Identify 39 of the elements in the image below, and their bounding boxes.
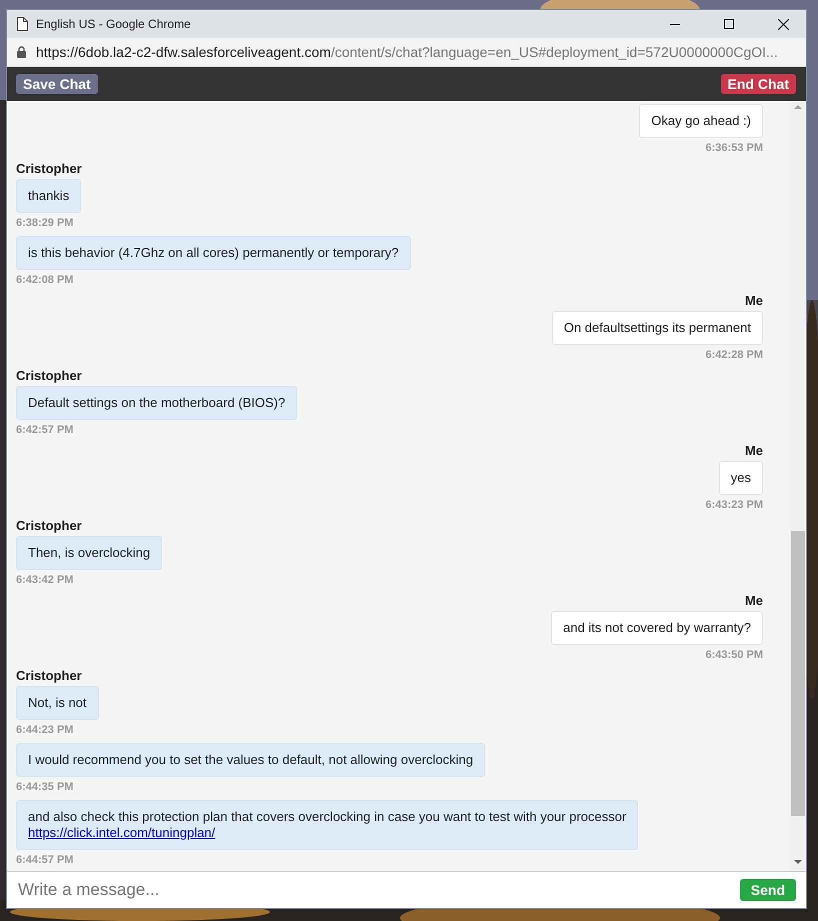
timestamp: 6:43:23 PM (706, 499, 763, 512)
message-text: and also check this protection plan that covers overclocking in case you want to test with your processor (28, 809, 626, 825)
timestamp: 6:43:50 PM (706, 649, 763, 662)
sender-name: Cristopher (16, 161, 82, 176)
message-bubble: Not, is not (16, 686, 99, 720)
end-chat-button[interactable]: End Chat (720, 74, 796, 94)
send-button[interactable]: Send (740, 879, 796, 901)
sender-name: Me (744, 293, 763, 308)
timestamp: 6:42:57 PM (16, 424, 74, 437)
close-icon (778, 18, 788, 30)
sender-name: Me (744, 593, 763, 608)
timestamp: 6:44:23 PM (16, 724, 74, 737)
maximize-icon (724, 19, 734, 29)
timestamp: 6:42:08 PM (16, 274, 74, 287)
page-icon (17, 17, 28, 31)
timestamp: 6:42:28 PM (706, 349, 763, 362)
message-bubble: thankis (16, 179, 82, 213)
timestamp: 6:36:53 PM (706, 142, 763, 155)
message-bubble: On defaultsettings its permanent (552, 311, 763, 345)
sender-name: Me (744, 443, 763, 458)
timestamp: 6:43:42 PM (16, 574, 74, 587)
message-bubble: I would recommend you to set the values to default, not allowing overclocking (16, 743, 486, 777)
link[interactable]: https://click.intel.com/tuningplan/ (28, 825, 216, 840)
message-bubble: is this behavior (4.7Ghz on all cores) permanently or temporary? (16, 236, 411, 270)
message-bubble: and its not covered by warranty? (551, 611, 763, 645)
timestamp: 6:44:35 PM (16, 781, 74, 794)
message-bubble: Default settings on the motherboard (BIOS)? (16, 386, 298, 420)
timestamp: 6:44:57 PM (16, 854, 74, 867)
sender-name: Cristopher (16, 668, 82, 683)
window-title: English US - Google Chrome (36, 17, 192, 31)
lock-icon (17, 46, 26, 58)
save-chat-button[interactable]: Save Chat (16, 74, 98, 94)
message-bubble: Then, is overclocking (16, 536, 162, 570)
timestamp: 6:38:29 PM (16, 217, 74, 230)
message-bubble: yes (718, 461, 763, 495)
sender-name: Cristopher (16, 368, 82, 383)
message-input[interactable]: Write a message... (16, 879, 732, 901)
sender-name: Cristopher (16, 518, 82, 533)
message-bubble: Okay go ahead :) (639, 104, 763, 138)
